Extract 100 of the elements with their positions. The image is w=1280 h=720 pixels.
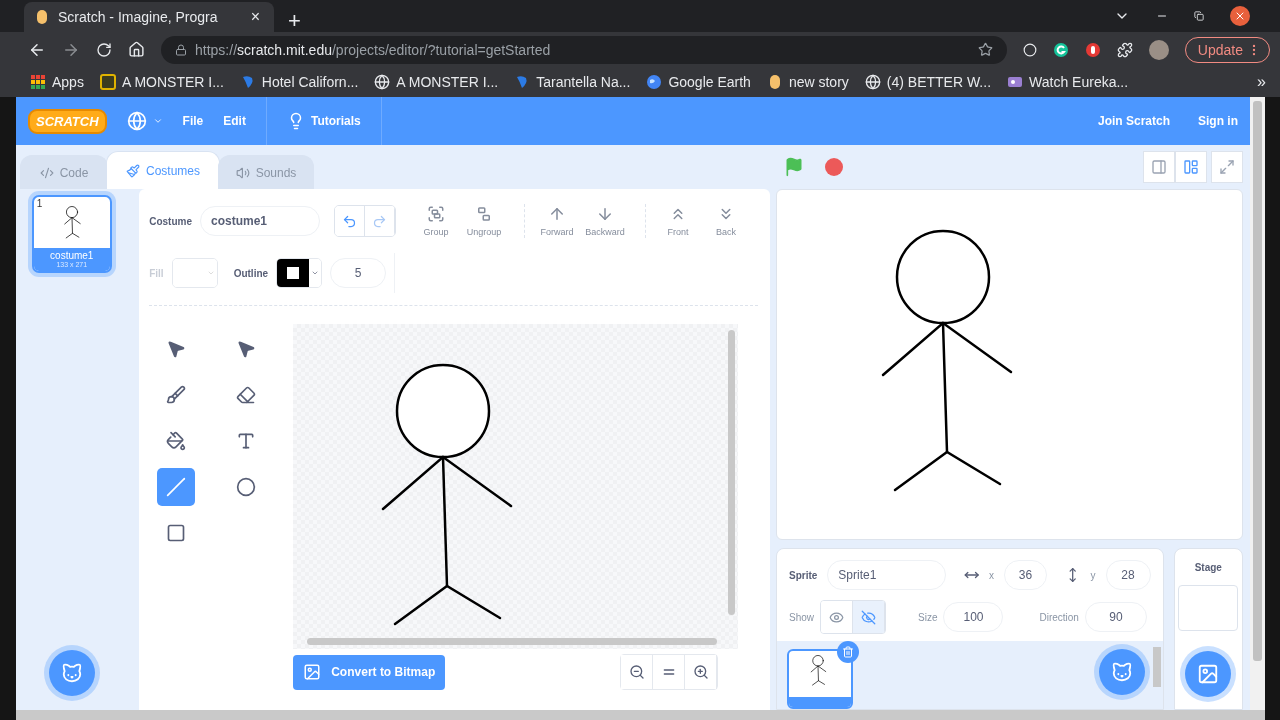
brush-icon	[126, 163, 140, 178]
paint-bucket-icon	[166, 431, 187, 451]
speaker-icon	[235, 165, 250, 180]
line-icon	[166, 477, 187, 497]
undo-button[interactable]	[335, 206, 365, 236]
direction-label: Direction	[1039, 611, 1079, 623]
lock-icon	[175, 43, 187, 56]
zoom-in-icon	[692, 664, 709, 680]
scrollbar[interactable]	[307, 638, 718, 645]
text-icon	[236, 431, 257, 451]
code-icon	[39, 165, 54, 180]
new-tab-button[interactable]: +	[284, 10, 305, 32]
home-icon[interactable]	[128, 41, 145, 59]
sprite-label: Sprite	[789, 569, 818, 581]
bookmark-star-icon[interactable]	[977, 42, 993, 58]
group-icon	[427, 205, 445, 223]
image-icon	[1196, 663, 1219, 685]
pointer-icon	[166, 339, 187, 359]
caret-icon	[152, 116, 163, 126]
undo-icon	[342, 213, 357, 229]
stage-size-button[interactable]	[1143, 151, 1175, 183]
extension-icon[interactable]	[1084, 41, 1101, 58]
outline-swatch[interactable]	[276, 258, 323, 288]
small-stage-icon	[1151, 159, 1167, 175]
large-stage-icon	[1183, 159, 1199, 175]
browser-tab[interactable]: Scratch - Imagine, Progra ×	[24, 2, 274, 32]
scrollbar[interactable]	[1152, 647, 1161, 687]
add-costume-button[interactable]	[48, 650, 95, 696]
scrollbar[interactable]	[1253, 101, 1262, 661]
restore-icon[interactable]	[1194, 11, 1204, 21]
add-backdrop-button[interactable]	[1184, 651, 1231, 697]
grid-icon	[30, 74, 46, 91]
bookmark[interactable]: Apps	[30, 74, 84, 91]
extension-icon[interactable]	[1052, 41, 1069, 58]
redo-icon	[372, 213, 387, 229]
close-button[interactable]	[1230, 6, 1250, 26]
hide-button[interactable]	[853, 601, 885, 633]
eye-icon	[829, 609, 844, 625]
flag-icon	[784, 157, 804, 177]
extensions-icon[interactable]	[1116, 41, 1133, 58]
bookmark[interactable]: Hotel Californ...	[239, 74, 359, 91]
ungroup-icon	[475, 205, 493, 223]
caret-icon	[206, 269, 215, 277]
stage-thumbnail[interactable]	[1178, 585, 1239, 631]
bookmark[interactable]: new story	[766, 74, 849, 91]
language-menu[interactable]	[126, 111, 163, 131]
brush-icon	[166, 385, 187, 405]
show-label: Show	[789, 611, 814, 623]
square-icon	[99, 74, 116, 91]
globe-icon	[126, 111, 147, 131]
size-label: Size	[918, 611, 938, 623]
stage-title: Stage	[1194, 561, 1222, 575]
bookmark[interactable]: Watch Eureka...	[1007, 74, 1129, 91]
eraser-icon	[236, 385, 257, 405]
tab-close-button[interactable]: ×	[246, 9, 264, 25]
more-bookmarks[interactable]: »	[1257, 73, 1266, 92]
arrow-down-icon	[596, 205, 614, 223]
eye-off-icon	[861, 609, 876, 625]
costume-number: 1	[36, 198, 43, 209]
image-icon	[303, 663, 322, 681]
reshape-icon	[236, 339, 257, 359]
profile-avatar[interactable]	[1148, 39, 1169, 60]
cat-icon	[1110, 661, 1133, 683]
show-button[interactable]	[821, 601, 853, 633]
costume-label: Costume	[149, 215, 192, 227]
close-icon	[1234, 10, 1246, 22]
url-text: https://scratch.mit.edu/projects/editor/?tutorial=getStarted	[195, 41, 551, 58]
square-icon	[287, 267, 300, 279]
caret-icon	[311, 269, 320, 277]
circle-icon	[236, 477, 257, 497]
bookmark[interactable]: (4) BETTER W...	[864, 74, 992, 91]
add-sprite-button[interactable]	[1098, 649, 1145, 695]
fill-swatch[interactable]	[171, 258, 218, 288]
trash-icon	[842, 646, 854, 658]
bookmark[interactable]: Tarantella Na...	[514, 74, 631, 91]
zoom-out-button[interactable]	[621, 655, 654, 689]
bookmark-icon	[34, 9, 50, 25]
stage-size-button[interactable]	[1175, 151, 1207, 183]
rectangle-icon	[166, 523, 187, 543]
stick-figure-drawing	[810, 655, 827, 686]
address-bar[interactable]: https://scratch.mit.edu/projects/editor/?tutorial=getStarted	[161, 35, 1007, 64]
cat-icon	[60, 662, 83, 684]
reload-icon[interactable]	[96, 41, 112, 58]
scrollbar[interactable]	[728, 330, 736, 615]
scrollbar[interactable]	[16, 710, 1265, 720]
delete-button[interactable]	[837, 641, 859, 663]
tool-button[interactable]	[157, 468, 196, 506]
fullscreen-button[interactable]	[1211, 151, 1243, 183]
zoom-out-icon	[628, 664, 645, 680]
fullscreen-icon	[1219, 159, 1235, 175]
sprite-tile[interactable]	[787, 649, 853, 709]
extension-icon[interactable]	[1022, 42, 1037, 57]
stop-icon	[824, 157, 844, 177]
earth-icon	[646, 74, 663, 91]
bookmark[interactable]: Google Earth	[646, 74, 751, 91]
bookmark[interactable]: A MONSTER I...	[374, 74, 499, 91]
bookmark[interactable]: A MONSTER I...	[99, 74, 224, 91]
stick-figure-drawing	[64, 205, 81, 238]
costume-name: costume1	[49, 250, 95, 261]
outline-label: Outline	[233, 267, 269, 279]
